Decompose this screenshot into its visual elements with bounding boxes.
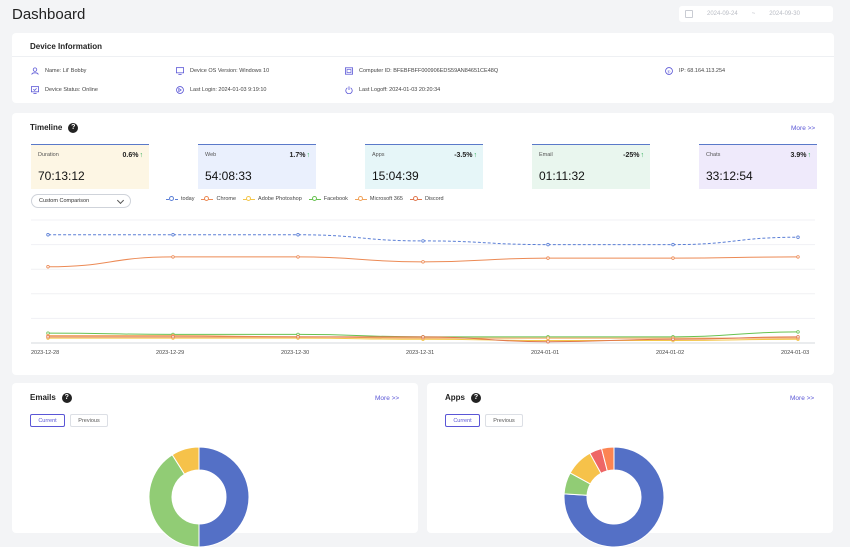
data-point[interactable]	[796, 235, 800, 239]
data-point[interactable]	[46, 233, 50, 237]
apps-previous-tab[interactable]: Previous	[485, 414, 523, 427]
apps-donut-chart	[564, 447, 664, 547]
data-point[interactable]	[671, 256, 675, 260]
x-tick-label: 2024-01-01	[531, 350, 560, 356]
data-point[interactable]	[796, 255, 800, 259]
data-point[interactable]	[296, 233, 300, 237]
help-icon[interactable]: ?	[471, 393, 481, 403]
emails-title: Emails?	[30, 393, 72, 403]
data-point[interactable]	[671, 242, 675, 247]
data-point[interactable]	[796, 330, 800, 334]
data-point[interactable]	[796, 335, 800, 339]
help-icon[interactable]: ?	[61, 393, 72, 403]
data-point[interactable]	[546, 340, 550, 344]
data-point[interactable]	[421, 335, 425, 339]
data-point[interactable]	[671, 337, 675, 342]
x-tick-label: 2024-01-03	[781, 350, 810, 356]
emails-current-tab[interactable]: Current	[30, 414, 65, 427]
data-point[interactable]	[421, 260, 425, 264]
donut-slice-blue[interactable]	[198, 447, 249, 547]
data-point[interactable]	[296, 255, 300, 259]
data-point[interactable]	[296, 335, 300, 339]
x-tick-label: 2023-12-28	[31, 350, 60, 356]
apps-card: Apps? More >> Current Previous	[427, 383, 833, 547]
data-point[interactable]	[546, 256, 550, 260]
x-tick-label: 2023-12-31	[406, 350, 435, 356]
data-point[interactable]	[421, 239, 425, 243]
data-point[interactable]	[546, 242, 550, 247]
apps-current-tab[interactable]: Current	[445, 414, 480, 427]
data-point[interactable]	[46, 265, 50, 269]
apps-more-link[interactable]: More >>	[790, 395, 814, 402]
x-tick-label: 2023-12-30	[281, 350, 310, 356]
emails-donut-chart	[149, 447, 249, 547]
emails-more-link[interactable]: More >>	[375, 395, 399, 402]
data-point[interactable]	[171, 335, 175, 339]
emails-previous-tab[interactable]: Previous	[70, 414, 108, 427]
x-tick-label: 2024-01-02	[656, 350, 685, 356]
emails-card: Emails? More >> Current Previous	[12, 383, 418, 547]
data-point[interactable]	[171, 255, 175, 259]
data-point[interactable]	[46, 335, 50, 339]
data-point[interactable]	[171, 233, 175, 237]
x-tick-label: 2023-12-29	[156, 350, 185, 356]
data-point[interactable]	[546, 336, 550, 340]
apps-title: Apps?	[445, 393, 481, 403]
